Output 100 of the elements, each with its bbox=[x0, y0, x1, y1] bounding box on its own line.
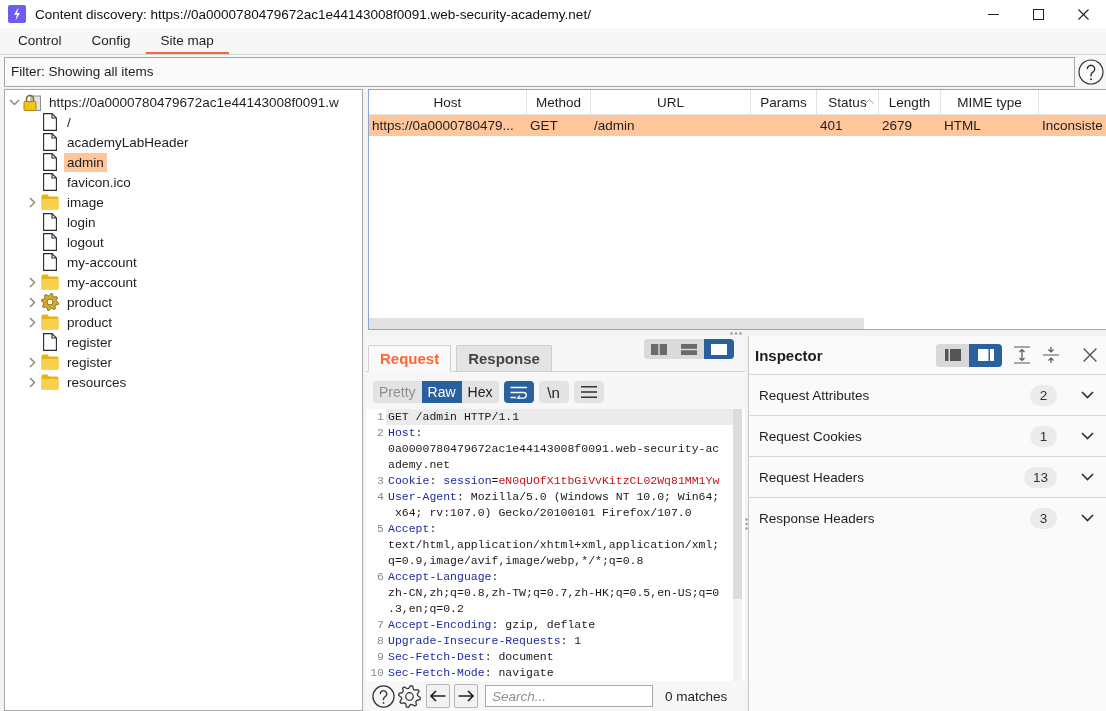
tree-item[interactable]: / bbox=[64, 112, 74, 132]
gear-icon bbox=[41, 293, 59, 311]
window-title: Content discovery: https://0a0000780479672ac1e44143008f0091.web-security-academy.net/ bbox=[35, 6, 591, 22]
code-line: Sec-Fetch-Dest: document bbox=[387, 649, 555, 665]
chevron-down-icon[interactable] bbox=[1081, 391, 1094, 399]
tree-item[interactable]: my-account bbox=[64, 252, 140, 272]
search-field[interactable]: Search... bbox=[485, 685, 653, 707]
tab[interactable]: Config bbox=[76, 28, 146, 54]
table-row[interactable]: https://0a0000780479... GET /admin 401 2679 HTML Inconsiste bbox=[369, 115, 1106, 136]
tree-item[interactable]: my-account bbox=[64, 272, 140, 292]
page-icon bbox=[43, 153, 57, 171]
tree-item[interactable]: product bbox=[64, 312, 116, 332]
line-number: 8 bbox=[376, 633, 385, 649]
table-cell: https://0a0000780479... bbox=[372, 118, 514, 133]
tab[interactable]: Response bbox=[456, 345, 552, 371]
tree-item[interactable]: logout bbox=[64, 232, 107, 252]
column-header[interactable]: Status bbox=[817, 90, 879, 114]
wrap-lines-icon bbox=[509, 385, 528, 399]
column-header[interactable]: Length bbox=[879, 90, 941, 114]
splitter-grip-icon[interactable] bbox=[745, 517, 748, 530]
chevron-right-icon[interactable] bbox=[28, 196, 36, 208]
count-badge: 3 bbox=[1030, 507, 1057, 529]
section-label[interactable]: Request Attributes bbox=[759, 387, 1030, 403]
wrap-lines-button[interactable] bbox=[503, 381, 534, 403]
tree-item[interactable]: image bbox=[64, 192, 107, 212]
code-line: Accept-Encoding: gzip, deflate bbox=[387, 617, 597, 633]
column-header[interactable]: Params bbox=[751, 90, 817, 114]
count-badge: 2 bbox=[1030, 384, 1057, 406]
code-line: Accept-Language: zh-CN,zh;q=0.8,zh-TW;q=0.7,zh-HK;q=0.5,en-US;q=0 .3,en;q=0.2 bbox=[387, 569, 721, 617]
line-number: 5 bbox=[376, 521, 385, 537]
folder-icon bbox=[41, 354, 59, 370]
table-cell: GET bbox=[530, 118, 558, 133]
chevron-right-icon[interactable] bbox=[28, 376, 36, 388]
expand-all-icon[interactable] bbox=[1013, 346, 1031, 364]
vertical-scrollbar[interactable] bbox=[733, 409, 742, 599]
folder-icon bbox=[41, 374, 59, 390]
tree-item[interactable]: admin bbox=[64, 152, 107, 172]
column-header[interactable]: Host bbox=[369, 90, 527, 114]
tree-item[interactable]: register bbox=[64, 352, 115, 372]
table-cell: 2679 bbox=[882, 118, 913, 133]
column-header[interactable]: Method bbox=[527, 90, 591, 114]
menu-button[interactable] bbox=[573, 381, 604, 403]
column-header[interactable]: MIME type bbox=[941, 90, 1039, 114]
next-match-button[interactable] bbox=[454, 684, 478, 708]
close-icon bbox=[1078, 8, 1089, 20]
code-line: Accept: text/html,application/xhtml+xml,application/xml; q=0.9,image/avif,image/webp,*/*;q=0.8 bbox=[387, 521, 721, 569]
horizontal-scrollbar[interactable] bbox=[369, 318, 864, 329]
maximize-icon bbox=[1033, 8, 1044, 20]
padlock-icon bbox=[23, 93, 41, 111]
arrow-left-icon bbox=[430, 690, 446, 702]
tree-item[interactable]: favicon.ico bbox=[64, 172, 134, 192]
close-icon[interactable] bbox=[1083, 348, 1097, 362]
chevron-right-icon[interactable] bbox=[28, 296, 36, 308]
settings-icon[interactable] bbox=[398, 684, 421, 708]
layout-button[interactable] bbox=[969, 343, 1002, 367]
folder-icon bbox=[41, 274, 59, 290]
layout-button[interactable] bbox=[704, 339, 734, 359]
tree-item[interactable]: academyLabHeader bbox=[64, 132, 192, 152]
format-tab[interactable]: Raw bbox=[421, 381, 462, 403]
collapse-all-icon[interactable] bbox=[1042, 346, 1060, 364]
line-number: 6 bbox=[376, 569, 385, 585]
help-icon[interactable] bbox=[1078, 58, 1104, 85]
chevron-down-icon[interactable] bbox=[1081, 514, 1094, 522]
previous-match-button[interactable] bbox=[426, 684, 450, 708]
filter-bar[interactable]: Filter: Showing all items bbox=[4, 56, 1075, 87]
line-number: 7 bbox=[376, 617, 385, 633]
show-newlines-button[interactable]: \n bbox=[538, 381, 569, 403]
splitter-grip-icon[interactable] bbox=[730, 331, 742, 335]
table-cell: Inconsiste bbox=[1042, 118, 1103, 133]
minimize-icon bbox=[988, 13, 999, 15]
two-columns-icon bbox=[651, 343, 667, 355]
tab[interactable]: Control bbox=[3, 28, 77, 54]
sidebar-icon bbox=[944, 349, 961, 361]
tree-item[interactable]: product bbox=[64, 292, 116, 312]
help-icon[interactable] bbox=[372, 684, 395, 708]
side-panel-icon bbox=[977, 349, 994, 361]
arrow-right-icon bbox=[458, 690, 474, 702]
line-number: 1 bbox=[376, 409, 385, 425]
column-header[interactable]: URL bbox=[591, 90, 751, 114]
code-line: Cookie: session=eN0qUOfX1tbGiVvKitzCL02Wq81MM1Yw bbox=[387, 473, 721, 489]
code-line: Sec-Fetch-Mode: navigate bbox=[387, 665, 555, 681]
tree-item[interactable]: login bbox=[64, 212, 99, 232]
section-label[interactable]: Request Cookies bbox=[759, 428, 1030, 444]
chevron-right-icon[interactable] bbox=[28, 316, 36, 328]
chevron-right-icon[interactable] bbox=[28, 356, 36, 368]
chevron-down-icon[interactable] bbox=[1081, 473, 1094, 481]
menu-icon bbox=[580, 386, 597, 398]
line-number: 10 bbox=[369, 665, 385, 681]
tree-item[interactable]: register bbox=[64, 332, 115, 352]
line-number: 3 bbox=[376, 473, 385, 489]
count-badge: 1 bbox=[1030, 425, 1057, 447]
app-logo-icon bbox=[8, 5, 26, 23]
section-label[interactable]: Response Headers bbox=[759, 510, 1030, 526]
chevron-down-icon[interactable] bbox=[1081, 432, 1094, 440]
chevron-right-icon[interactable] bbox=[28, 276, 36, 288]
section-label[interactable]: Request Headers bbox=[759, 469, 1024, 485]
tree-item[interactable]: resources bbox=[64, 372, 130, 392]
folder-icon bbox=[41, 314, 59, 330]
tree-item[interactable]: https://0a0000780479672ac1e44143008f0091.w bbox=[46, 92, 342, 112]
page-icon bbox=[43, 173, 57, 191]
